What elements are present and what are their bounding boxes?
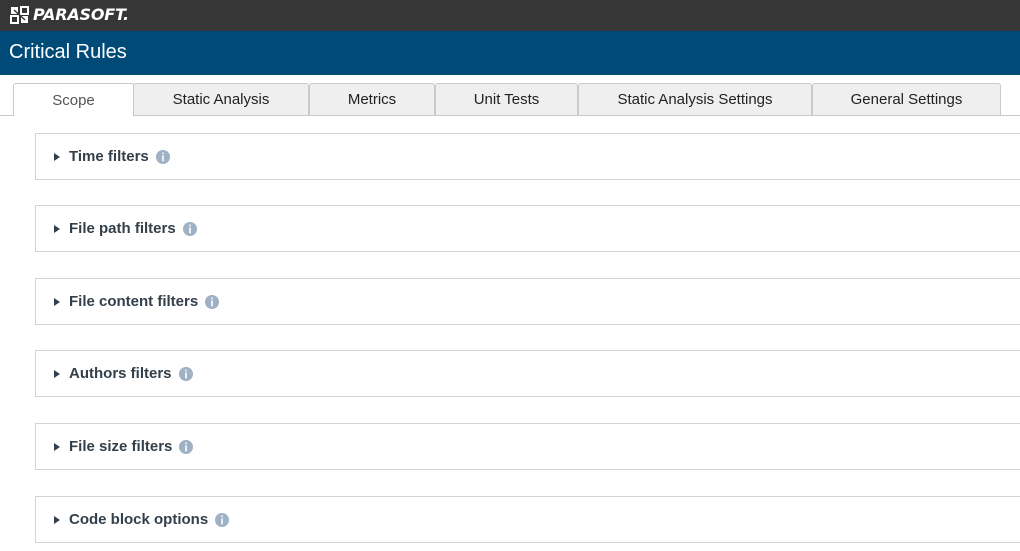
panel-header[interactable]: File path filters bbox=[54, 206, 197, 251]
panel-file-path-filters[interactable]: File path filters bbox=[35, 205, 1020, 252]
tab-baseline bbox=[0, 115, 1020, 116]
info-icon[interactable] bbox=[215, 512, 230, 527]
panel-label: File path filters bbox=[69, 220, 176, 237]
info-icon[interactable] bbox=[155, 149, 170, 164]
tab-static-analysis[interactable]: Static Analysis bbox=[133, 83, 309, 115]
parasoft-logo[interactable]: PARASOFT. bbox=[10, 5, 129, 25]
panel-label: Time filters bbox=[69, 148, 149, 165]
caret-right-icon bbox=[54, 369, 60, 378]
panel-authors-filters[interactable]: Authors filters bbox=[35, 350, 1020, 397]
caret-right-icon bbox=[54, 442, 60, 451]
panel-label: Code block options bbox=[69, 511, 209, 528]
info-icon[interactable] bbox=[179, 439, 194, 454]
panel-header[interactable]: File content filters bbox=[54, 279, 220, 324]
tab-unit-tests[interactable]: Unit Tests bbox=[435, 83, 578, 115]
caret-right-icon bbox=[54, 152, 60, 161]
parasoft-logo-icon bbox=[10, 6, 29, 24]
panel-code-block-options[interactable]: Code block options bbox=[35, 496, 1020, 543]
panel-header[interactable]: Code block options bbox=[54, 497, 230, 542]
panel-time-filters[interactable]: Time filters bbox=[35, 133, 1020, 180]
caret-right-icon bbox=[54, 224, 60, 233]
info-icon[interactable] bbox=[178, 366, 193, 381]
panel-header[interactable]: File size filters bbox=[54, 424, 194, 469]
info-icon[interactable] bbox=[205, 294, 220, 309]
panel-file-content-filters[interactable]: File content filters bbox=[35, 278, 1020, 325]
panel-header[interactable]: Time filters bbox=[54, 134, 170, 179]
brand-name: PARASOFT. bbox=[33, 5, 129, 24]
panel-label: File content filters bbox=[69, 293, 199, 310]
tab-metrics[interactable]: Metrics bbox=[309, 83, 435, 115]
panel-file-size-filters[interactable]: File size filters bbox=[35, 423, 1020, 470]
tab-static-analysis-settings[interactable]: Static Analysis Settings bbox=[578, 83, 812, 115]
title-bar: Critical Rules bbox=[0, 31, 1020, 75]
info-icon[interactable] bbox=[182, 221, 197, 236]
panel-label: Authors filters bbox=[69, 365, 172, 382]
tab-general-settings[interactable]: General Settings bbox=[812, 83, 1001, 115]
tab-scope[interactable]: Scope bbox=[13, 83, 134, 116]
panel-header[interactable]: Authors filters bbox=[54, 351, 193, 396]
top-bar: PARASOFT. bbox=[0, 0, 1020, 31]
tab-bar: Scope Static Analysis Metrics Unit Tests… bbox=[0, 75, 1020, 116]
panel-label: File size filters bbox=[69, 438, 173, 455]
caret-right-icon bbox=[54, 515, 60, 524]
page-title: Critical Rules bbox=[9, 41, 127, 63]
caret-right-icon bbox=[54, 297, 60, 306]
